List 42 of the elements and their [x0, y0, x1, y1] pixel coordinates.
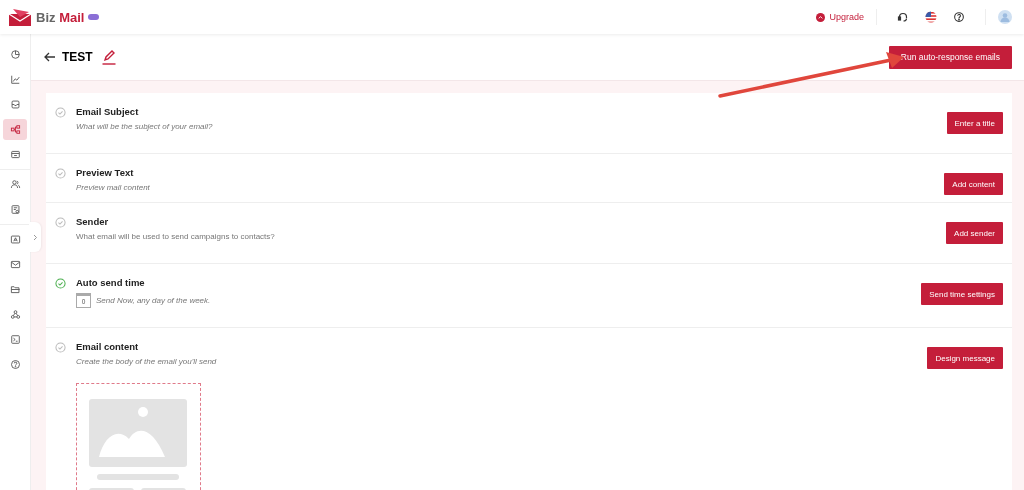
step-description: Create the body of the email you'll send	[76, 357, 217, 366]
upgrade-link[interactable]: Upgrade	[816, 12, 864, 22]
headset-icon[interactable]	[897, 11, 909, 23]
brand-name: Biz Mail	[36, 9, 85, 25]
back-icon[interactable]	[44, 52, 56, 62]
sidebar-item[interactable]	[3, 119, 27, 140]
logo-icon	[8, 8, 32, 26]
terminal-icon	[9, 334, 21, 345]
folder-icon	[9, 284, 21, 295]
users-icon	[9, 179, 21, 190]
step-title: Preview Text	[76, 167, 135, 178]
window-icon	[9, 149, 21, 160]
step-title: Sender	[76, 216, 110, 227]
help-icon	[9, 359, 21, 370]
step-title: Email Subject	[76, 106, 140, 117]
step-action-button[interactable]: Add content	[944, 173, 1003, 195]
version-badge-icon	[88, 14, 100, 20]
pie-chart-icon	[9, 49, 21, 60]
step-action-button[interactable]: Add sender	[946, 222, 1003, 244]
step-description: What will be the subject of your email?	[76, 122, 213, 131]
step-action-button[interactable]: Send time settings	[921, 283, 1003, 305]
step-description: Send Now, any day of the week.	[96, 296, 211, 305]
flag-icon[interactable]	[925, 11, 937, 23]
network-icon	[9, 309, 21, 320]
step-description: Preview mail content	[76, 183, 150, 192]
line-chart-icon	[9, 74, 21, 85]
chevron-right-icon	[32, 233, 38, 241]
step-title: Email content	[76, 341, 140, 352]
flow-icon	[9, 124, 21, 135]
step-description: What email will be used to send campaigns to contacts?	[76, 232, 275, 241]
step-action-button[interactable]: Design message	[927, 347, 1003, 369]
mail-icon	[9, 259, 21, 270]
help-icon[interactable]	[953, 11, 965, 23]
edit-icon[interactable]	[100, 49, 117, 65]
collapse-toggle[interactable]	[29, 222, 41, 252]
step-action-button[interactable]: Enter a title	[946, 112, 1003, 134]
arrow-up-icon	[816, 12, 826, 22]
inbox-icon	[9, 99, 21, 110]
screen-icon	[9, 234, 21, 245]
page-title: TEST	[62, 50, 93, 64]
step-title: Auto send time	[76, 277, 146, 288]
report-icon	[9, 204, 21, 215]
